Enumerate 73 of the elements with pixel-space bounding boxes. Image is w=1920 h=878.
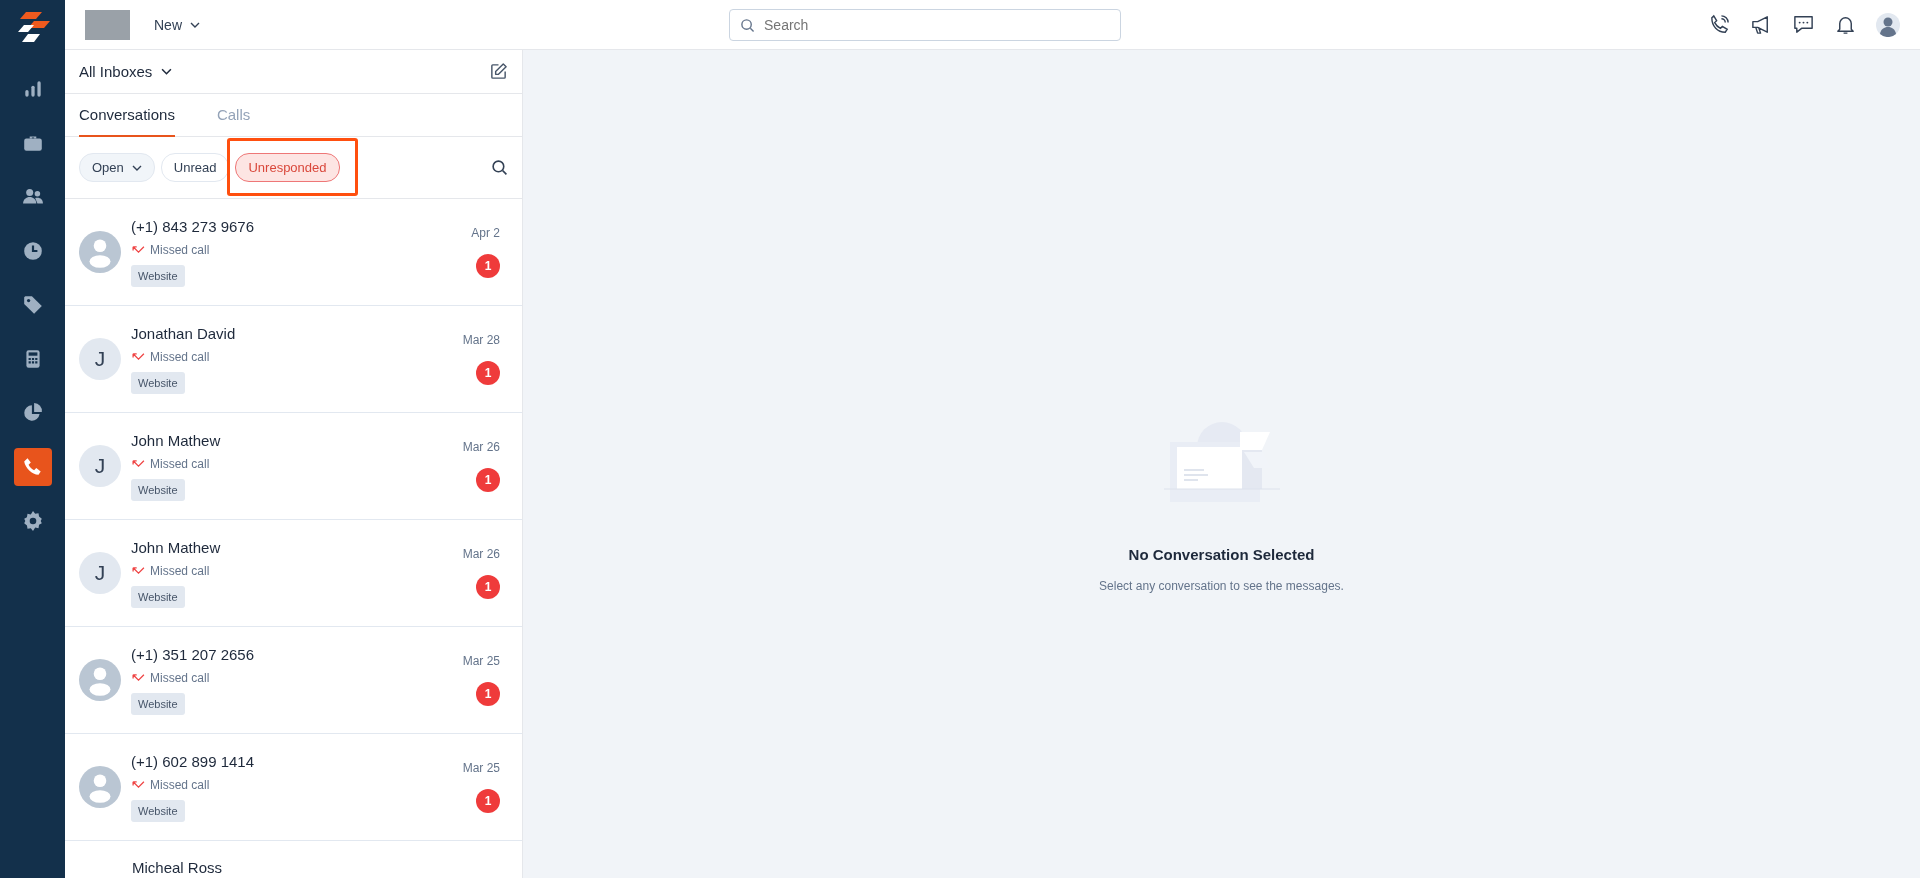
caret-icon: [190, 21, 200, 28]
contact-name: (+1) 602 899 1414: [131, 752, 255, 770]
unread-count-badge: 1: [476, 361, 500, 385]
avatar-silhouette-icon: [79, 231, 121, 273]
contact-name: John Mathew: [131, 431, 221, 449]
avatar-silhouette-icon: [79, 659, 121, 701]
contact-name: Jonathan David: [131, 324, 236, 342]
missed-call-icon: [131, 566, 146, 575]
phone-icon: [21, 456, 44, 478]
conversation-date: Apr 2: [471, 226, 500, 240]
new-menu-button[interactable]: New: [150, 12, 204, 37]
caret-icon: [161, 68, 173, 75]
tag-icon: [21, 294, 44, 316]
conversation-date: Mar 28: [462, 333, 500, 347]
source-tag: Website: [131, 478, 185, 501]
search-icon[interactable]: [491, 159, 508, 176]
missed-call-icon: [131, 780, 146, 789]
user-avatar[interactable]: [1876, 12, 1900, 37]
conversation-item[interactable]: (+1) 843 273 9676 Missed call Website Apr 2 1: [65, 199, 522, 306]
conversation-date: Mar 25: [462, 654, 500, 668]
filter-chip[interactable]: Unresponded: [235, 153, 340, 182]
conversation-item[interactable]: (+1) 351 207 2656 Missed call Website Mar 25 1: [65, 627, 522, 734]
conversation-item[interactable]: J Jonathan David Missed call Website Mar 28 1: [65, 306, 522, 413]
phone-icon[interactable]: [1708, 13, 1731, 36]
empty-state-title: No Conversation Selected: [1128, 546, 1315, 563]
avatar-initial: J: [79, 445, 121, 487]
contact-name: John Mathew: [131, 538, 221, 556]
search-field[interactable]: Search: [729, 8, 1121, 41]
conversation-item[interactable]: J John Mathew Missed call Website Mar 26 1: [65, 520, 522, 627]
pie-chart-icon: [21, 402, 44, 424]
missed-call-icon: [131, 673, 146, 682]
missed-call-icon: [131, 352, 146, 361]
call-status: Missed call: [150, 670, 210, 685]
calls-nav-item[interactable]: [13, 448, 52, 486]
conversation-item[interactable]: J John Mathew Missed call Website Mar 26 1: [65, 413, 522, 520]
source-tag: Website: [131, 264, 185, 287]
missed-call-icon: [131, 245, 146, 254]
unread-count-badge: 1: [476, 682, 500, 706]
compose-icon[interactable]: [489, 62, 508, 81]
clock-icon: [21, 240, 44, 262]
source-tag: Website: [131, 799, 185, 822]
conversation-item[interactable]: Micheal Ross: [65, 841, 522, 878]
contact-name: (+1) 843 273 9676: [131, 217, 255, 235]
unread-count-badge: 1: [476, 468, 500, 492]
source-tag: Website: [131, 585, 185, 608]
conversation-date: Mar 26: [462, 440, 500, 454]
inbox-selector[interactable]: All Inboxes: [79, 63, 173, 80]
chat-icon[interactable]: [1792, 13, 1815, 36]
photo-placeholder: [85, 9, 130, 40]
source-tag: Website: [131, 692, 185, 715]
tab[interactable]: Conversations: [79, 94, 175, 137]
unread-count-badge: 1: [476, 575, 500, 599]
filter-chip[interactable]: Unread: [160, 153, 230, 182]
missed-call-icon: [131, 459, 146, 468]
conversation-item[interactable]: (+1) 602 899 1414 Missed call Website Mar 25 1: [65, 734, 522, 841]
contact-name: (+1) 351 207 2656: [131, 645, 255, 663]
call-status: Missed call: [150, 563, 210, 578]
unread-count-badge: 1: [476, 254, 500, 278]
call-status: Missed call: [150, 456, 210, 471]
contact-name: Micheal Ross: [132, 859, 223, 876]
source-tag: Website: [131, 371, 185, 394]
unread-count-badge: 1: [476, 789, 500, 813]
conversation-date: Mar 26: [462, 547, 500, 561]
empty-state-message: Select any conversation to see the messages.: [1099, 579, 1344, 593]
caret-icon: [131, 164, 142, 171]
call-status: Missed call: [150, 242, 210, 257]
call-status: Missed call: [150, 777, 210, 792]
avatar-initial: J: [79, 552, 121, 594]
avatar-silhouette-icon: [79, 766, 121, 808]
call-status: Missed call: [150, 349, 210, 364]
conversation-date: Mar 25: [462, 761, 500, 775]
avatar-initial: J: [79, 338, 121, 380]
filter-chip[interactable]: Open: [79, 153, 155, 182]
